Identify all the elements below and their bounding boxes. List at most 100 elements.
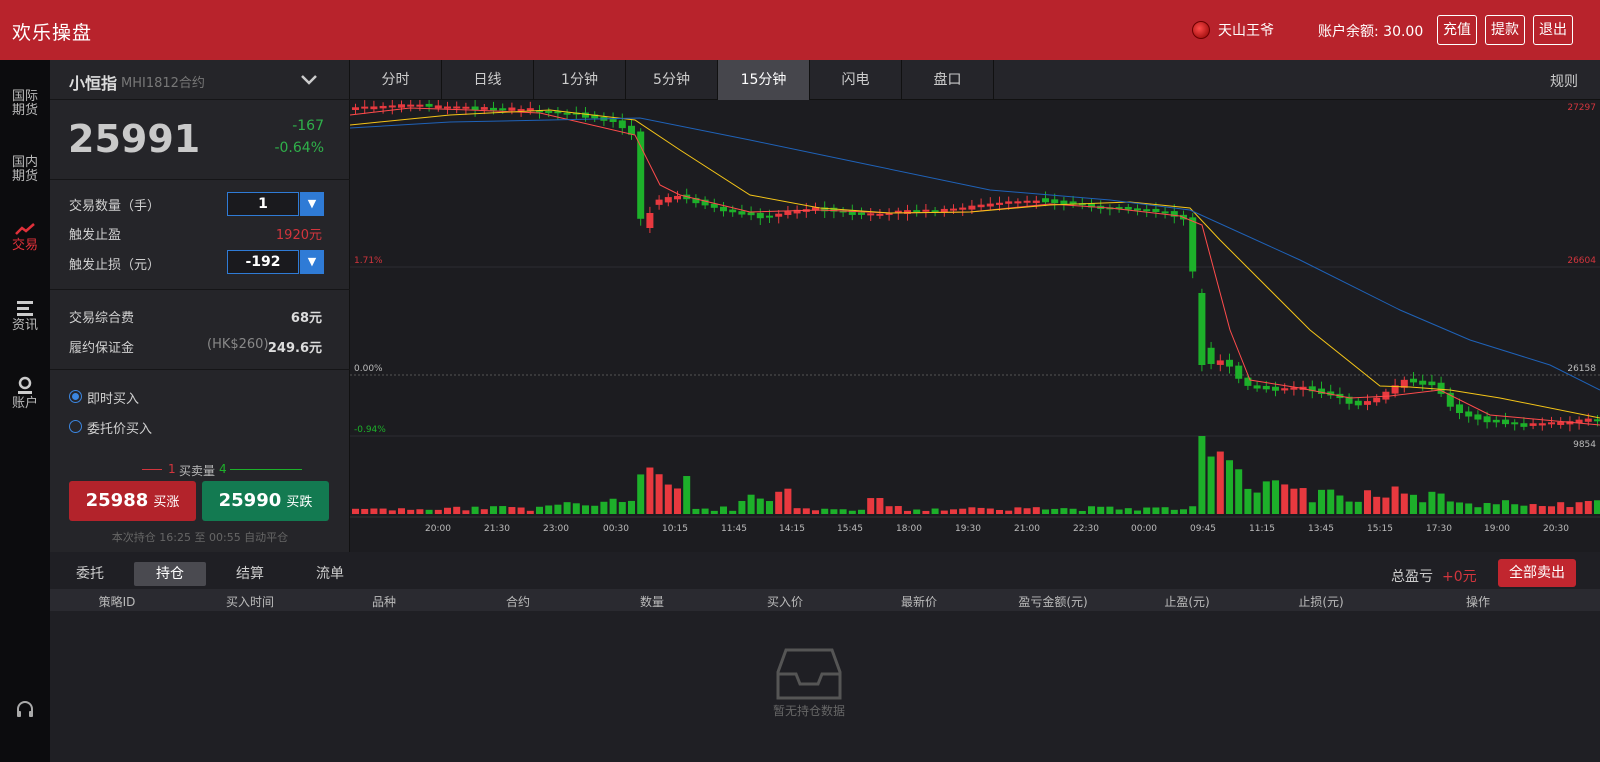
candle-body [986, 203, 994, 207]
kline-chart[interactable]: 27297 26604 26158 9854 1.71% 0.00% -0.94% 20:00… [349, 97, 1600, 552]
stop-loss-input[interactable]: -192 [227, 250, 299, 274]
candle-body [1032, 200, 1040, 203]
tab-settlement[interactable]: 结算 [214, 562, 286, 586]
volume-bar [1382, 497, 1390, 514]
qty-input[interactable]: 1 [227, 192, 299, 216]
stop-loss-dropdown-button[interactable]: ▼ [300, 250, 324, 274]
nav-account[interactable]: 账户 [0, 376, 50, 411]
tab-positions[interactable]: 持仓 [134, 562, 206, 586]
candle-body [904, 210, 911, 214]
rules-link[interactable]: 规则 [1550, 71, 1578, 91]
volume-bar [1216, 451, 1224, 514]
buy-sell-ratio: 1 买卖量 4 [142, 462, 302, 478]
volume-bar [1354, 501, 1362, 514]
chevron-down-icon[interactable] [300, 74, 318, 86]
qty-dropdown-button[interactable]: ▼ [300, 192, 324, 216]
user-info[interactable]: 天山王爷 [1192, 20, 1274, 40]
instant-buy-label[interactable]: 即时买入 [87, 388, 139, 407]
volume-bar [1262, 481, 1270, 514]
deposit-button[interactable]: 充值 [1437, 15, 1477, 45]
volume-bar [591, 505, 599, 514]
tab-orderbook[interactable]: 盘口 [902, 60, 994, 100]
candle-body [370, 106, 378, 110]
tab-flash[interactable]: 闪电 [810, 60, 902, 100]
candle-body [1023, 200, 1031, 203]
contract-selector[interactable]: 小恒指 MHI1812合约 [50, 60, 350, 100]
volume-bar [876, 498, 884, 514]
col-buy-price: 买入价 [766, 595, 804, 609]
fee-value: 68元 [290, 311, 322, 326]
volume-bar [471, 506, 479, 514]
volume-bar [379, 508, 387, 514]
col-qty: 数量 [639, 595, 665, 609]
volume-bar [784, 488, 792, 514]
candle-body [637, 131, 645, 219]
tab-fenshi[interactable]: 分时 [350, 60, 442, 100]
fee-label: 交易综合费 [69, 311, 135, 326]
volume-bar [434, 509, 442, 514]
volume-bar [1189, 506, 1197, 514]
candle-body [453, 106, 461, 109]
buy-up-button[interactable]: 25988 买涨 [69, 481, 196, 521]
volume-bar [1272, 480, 1279, 514]
headset-icon[interactable] [15, 700, 35, 720]
tab-flow[interactable]: 流单 [294, 562, 366, 586]
volume-bar [839, 509, 847, 514]
candle-body [1520, 423, 1528, 427]
candle-body [876, 213, 884, 216]
candle-body [1253, 385, 1261, 389]
total-pnl-value: +0元 [1442, 569, 1477, 585]
volume-bar [1097, 506, 1105, 514]
candle-body [398, 104, 405, 108]
nav-international-futures[interactable]: 国际 期货 [0, 90, 50, 118]
volume-bar [1069, 508, 1077, 514]
volume-bar [986, 508, 994, 514]
volume-bar [1060, 508, 1068, 514]
buy-down-button[interactable]: 25990 买跌 [202, 481, 329, 521]
nav-news[interactable]: 资讯 [0, 300, 50, 333]
volume-bar [1088, 506, 1095, 514]
candle-body [1014, 201, 1022, 204]
candle-body [913, 210, 921, 213]
tab-5min[interactable]: 5分钟 [626, 60, 718, 100]
candle-body [545, 110, 553, 113]
volume-bar [1170, 509, 1178, 514]
tab-15min[interactable]: 15分钟 [718, 60, 810, 100]
volume-bar [1161, 507, 1169, 514]
candle-body [1548, 422, 1555, 425]
limit-buy-label[interactable]: 委托价买入 [87, 418, 152, 437]
nav-domestic-futures[interactable]: 国内 期货 [0, 156, 50, 184]
candle-body [1373, 397, 1381, 403]
sell-all-button[interactable]: 全部卖出 [1498, 559, 1576, 587]
volume-bar [370, 508, 378, 514]
candle-body [1235, 365, 1243, 379]
volume-bar [775, 491, 783, 514]
volume-bar [1115, 509, 1123, 514]
instant-buy-radio[interactable] [69, 390, 82, 403]
logout-button[interactable]: 退出 [1533, 15, 1573, 45]
volume-bar [1023, 508, 1031, 514]
volume-bar [361, 508, 369, 514]
tab-daily[interactable]: 日线 [442, 60, 534, 100]
y-label-top: 27297 [1567, 103, 1596, 113]
volume-bar [1207, 456, 1215, 514]
ma-line-2 [349, 109, 1600, 419]
tab-1min[interactable]: 1分钟 [534, 60, 626, 100]
candle-body [950, 208, 957, 211]
limit-buy-radio[interactable] [69, 420, 82, 433]
volume-bar [1143, 507, 1151, 514]
nav-news-label: 资讯 [11, 318, 38, 333]
volume-bar [407, 509, 415, 514]
x-tick-label: 23:00 [543, 524, 569, 534]
nav-trade[interactable]: 交易 [0, 222, 50, 253]
volume-bar [1051, 508, 1059, 514]
tab-orders[interactable]: 委托 [54, 562, 126, 586]
candle-body [416, 104, 424, 107]
withdraw-button[interactable]: 提款 [1485, 15, 1525, 45]
x-tick-label: 22:30 [1073, 524, 1099, 534]
candle-body [959, 207, 967, 210]
y-label-volume: 9854 [1573, 440, 1596, 450]
candle-body [1143, 209, 1151, 212]
volume-bar [904, 510, 911, 514]
col-pnl: 盈亏金额(元) [1018, 595, 1088, 609]
